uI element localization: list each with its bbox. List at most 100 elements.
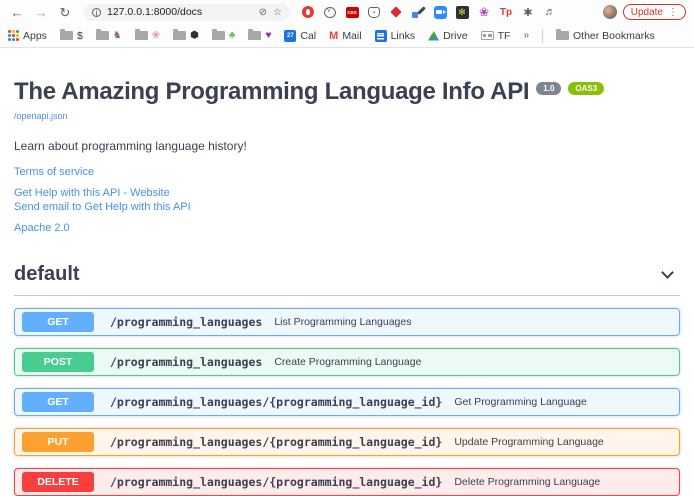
dollar-label: $ bbox=[77, 30, 83, 42]
bookmark-links-label: Links bbox=[391, 30, 416, 42]
endpoint-path: /programming_languages/{programming_lang… bbox=[110, 395, 442, 409]
version-badge: 1.0 bbox=[536, 82, 561, 95]
bookmark-apps-label: Apps bbox=[23, 30, 47, 42]
purple-heart-emoji-icon: ♥ bbox=[265, 31, 271, 41]
folder-icon bbox=[173, 31, 186, 40]
endpoint-path: /programming_languages/{programming_lang… bbox=[110, 435, 442, 449]
folder-icon bbox=[135, 31, 148, 40]
cbs-extension-icon[interactable]: CBS bbox=[344, 4, 360, 20]
method-badge[interactable]: GET bbox=[22, 392, 94, 412]
endpoint-path: /programming_languages bbox=[110, 355, 262, 369]
endpoint-path: /programming_languages/{programming_lang… bbox=[110, 475, 442, 489]
endpoint-row-create-language[interactable]: POST /programming_languages Create Progr… bbox=[14, 348, 680, 376]
api-title-row: The Amazing Programming Language Info AP… bbox=[14, 78, 680, 106]
bookmark-other-bookmarks[interactable]: Other Bookmarks bbox=[556, 30, 655, 42]
bookmark-tf[interactable]: TF bbox=[481, 30, 511, 42]
chevron-down-icon[interactable] bbox=[661, 266, 674, 279]
drive-icon bbox=[428, 31, 439, 41]
bookmark-folder-pink-flower[interactable]: ❀ bbox=[135, 31, 160, 41]
swagger-page: The Amazing Programming Language Info AP… bbox=[0, 48, 694, 496]
oas3-badge: OAS3 bbox=[568, 82, 604, 95]
folder-icon bbox=[212, 31, 225, 40]
method-badge[interactable]: GET bbox=[22, 312, 94, 332]
help-email-link[interactable]: Send email to Get Help with this API bbox=[14, 201, 680, 213]
links-icon bbox=[375, 30, 387, 42]
api-description: Learn about programming language history… bbox=[14, 139, 680, 153]
bookmark-apps[interactable]: Apps bbox=[8, 30, 47, 42]
chrome-update-button[interactable]: Update ⋮ bbox=[623, 4, 686, 20]
folder-icon bbox=[248, 31, 261, 40]
endpoint-summary: Update Programming Language bbox=[454, 436, 603, 448]
page-title: The Amazing Programming Language Info AP… bbox=[14, 78, 529, 106]
puzzle-extension-icon[interactable]: ✱ bbox=[520, 4, 536, 20]
bookmark-drive-label: Drive bbox=[443, 30, 468, 42]
tp-extension-icon[interactable]: Tp bbox=[498, 4, 514, 20]
folder-icon bbox=[556, 31, 569, 40]
endpoint-row-get-language[interactable]: GET /programming_languages/{programming_… bbox=[14, 388, 680, 416]
license-link[interactable]: Apache 2.0 bbox=[14, 222, 680, 234]
site-info-icon[interactable]: i bbox=[92, 8, 101, 17]
tf-card-icon bbox=[481, 31, 494, 40]
other-bookmarks-label: Other Bookmarks bbox=[573, 30, 655, 42]
endpoint-summary: Create Programming Language bbox=[274, 356, 421, 368]
section-header[interactable]: default bbox=[14, 263, 680, 296]
bookmark-folder-dollar[interactable]: $ bbox=[60, 30, 83, 42]
browser-menu-icon[interactable]: ⋮ bbox=[668, 7, 678, 18]
bookmark-folder-plant[interactable]: ♣ bbox=[212, 31, 236, 41]
bookmark-mail-label: Mail bbox=[342, 30, 361, 42]
back-icon[interactable]: ← bbox=[8, 6, 26, 19]
speech-bubble-extension-icon[interactable] bbox=[322, 4, 338, 20]
terms-of-service-link[interactable]: Terms of service bbox=[14, 166, 680, 178]
bookmark-star-icon[interactable]: ☆ bbox=[273, 7, 282, 18]
address-bar[interactable]: i 127.0.0.1:8000/docs ⊘ ☆ bbox=[84, 4, 290, 21]
color-dropper-extension-icon[interactable] bbox=[410, 4, 426, 20]
forward-icon[interactable]: → bbox=[32, 6, 50, 19]
update-label: Update bbox=[631, 7, 663, 18]
endpoint-summary: Delete Programming Language bbox=[454, 476, 600, 488]
pink-flower-emoji-icon: ❀ bbox=[152, 31, 160, 41]
help-website-link[interactable]: Get Help with this API - Website bbox=[14, 187, 680, 199]
section-title: default bbox=[14, 263, 80, 286]
api-links: Terms of service Get Help with this API … bbox=[14, 166, 680, 234]
endpoint-path: /programming_languages bbox=[110, 315, 262, 329]
bookmark-mail[interactable]: M Mail bbox=[329, 30, 361, 42]
zoom-out-icon[interactable]: ⊘ bbox=[259, 7, 267, 18]
red-diamond-extension-icon[interactable] bbox=[388, 4, 404, 20]
bookmarks-overflow-chevron[interactable]: » bbox=[523, 30, 529, 41]
bookmark-cal[interactable]: 27 Cal bbox=[284, 30, 316, 42]
bookmark-tf-label: TF bbox=[498, 30, 511, 42]
green-plant-emoji-icon: ♣ bbox=[229, 31, 236, 41]
apps-grid-icon bbox=[8, 30, 19, 41]
zoom-camera-extension-icon[interactable] bbox=[432, 4, 448, 20]
url-text[interactable]: 127.0.0.1:8000/docs bbox=[107, 6, 253, 18]
pocket-extension-icon[interactable]: ⌄ bbox=[366, 4, 382, 20]
openapi-spec-link[interactable]: /openapi.json bbox=[14, 111, 68, 121]
calendar-icon: 27 bbox=[284, 30, 296, 42]
method-badge[interactable]: PUT bbox=[22, 432, 94, 452]
endpoint-row-delete-language[interactable]: DELETE /programming_languages/{programmi… bbox=[14, 468, 680, 496]
bookmark-drive[interactable]: Drive bbox=[428, 30, 468, 42]
bookmark-links[interactable]: Links bbox=[375, 30, 416, 42]
purple-flower-extension-icon[interactable]: ❀ bbox=[476, 4, 492, 20]
browser-toolbar: ← → ↻ i 127.0.0.1:8000/docs ⊘ ☆ CBS ⌄ ✻ … bbox=[0, 0, 694, 24]
reload-icon[interactable]: ↻ bbox=[56, 6, 74, 19]
endpoint-row-update-language[interactable]: PUT /programming_languages/{programming_… bbox=[14, 428, 680, 456]
dark-flower-extension-icon[interactable]: ✻ bbox=[454, 4, 470, 20]
bookmark-folder-horse[interactable]: ♞ bbox=[96, 31, 122, 41]
bookmark-folder-graduation[interactable]: ⬢ bbox=[173, 31, 199, 41]
bookmarks-divider bbox=[542, 29, 543, 43]
bookmark-folder-purple-heart[interactable]: ♥ bbox=[248, 31, 271, 41]
endpoint-row-list-languages[interactable]: GET /programming_languages List Programm… bbox=[14, 308, 680, 336]
method-badge[interactable]: POST bbox=[22, 352, 94, 372]
endpoint-summary: List Programming Languages bbox=[274, 316, 411, 328]
music-queue-extension-icon[interactable]: ♬ bbox=[542, 4, 558, 20]
folder-icon bbox=[96, 31, 109, 40]
bookmark-cal-label: Cal bbox=[300, 30, 316, 42]
method-badge[interactable]: DELETE bbox=[22, 472, 94, 492]
graduation-cap-emoji-icon: ⬢ bbox=[190, 31, 199, 41]
folder-icon bbox=[60, 31, 73, 40]
endpoint-summary: Get Programming Language bbox=[454, 396, 587, 408]
profile-avatar[interactable] bbox=[603, 5, 617, 19]
red-ring-extension-icon[interactable] bbox=[300, 4, 316, 20]
gmail-icon: M bbox=[329, 30, 338, 42]
